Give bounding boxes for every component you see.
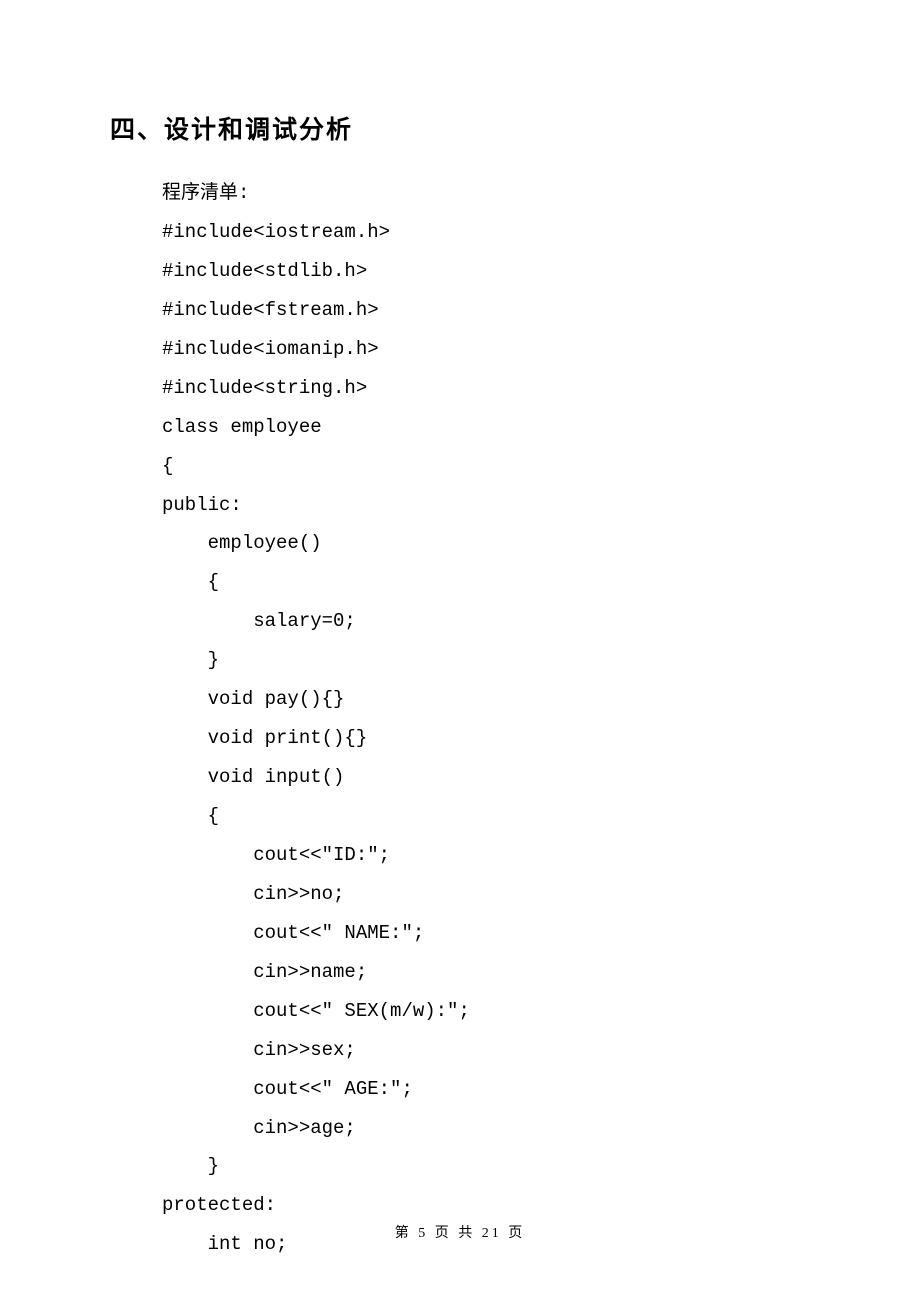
code-line: void input() xyxy=(162,758,810,797)
code-content: 程序清单: #include<iostream.h> #include<stdl… xyxy=(110,174,810,1264)
code-line: protected: xyxy=(162,1186,810,1225)
code-line: #include<iomanip.h> xyxy=(162,330,810,369)
code-line: } xyxy=(162,641,810,680)
code-line: void print(){} xyxy=(162,719,810,758)
code-line: public: xyxy=(162,486,810,525)
code-line: cin>>sex; xyxy=(162,1031,810,1070)
code-line: } xyxy=(162,1147,810,1186)
code-line: cout<<" SEX(m/w):"; xyxy=(162,992,810,1031)
code-line: #include<iostream.h> xyxy=(162,213,810,252)
code-line: { xyxy=(162,797,810,836)
code-line: cin>>age; xyxy=(162,1109,810,1148)
code-line: class employee xyxy=(162,408,810,447)
code-line: void pay(){} xyxy=(162,680,810,719)
code-line: #include<stdlib.h> xyxy=(162,252,810,291)
code-line: cout<<" AGE:"; xyxy=(162,1070,810,1109)
code-line: cin>>name; xyxy=(162,953,810,992)
code-line: cout<<" NAME:"; xyxy=(162,914,810,953)
section-heading: 四、设计和调试分析 xyxy=(110,110,810,146)
code-line: 程序清单: xyxy=(162,174,810,213)
code-line: cin>>no; xyxy=(162,875,810,914)
code-line: { xyxy=(162,563,810,602)
code-line: #include<string.h> xyxy=(162,369,810,408)
code-line: #include<fstream.h> xyxy=(162,291,810,330)
code-line: { xyxy=(162,447,810,486)
code-line: salary=0; xyxy=(162,602,810,641)
code-line: employee() xyxy=(162,524,810,563)
page-footer: 第 5 页 共 21 页 xyxy=(0,1222,920,1242)
code-line: cout<<"ID:"; xyxy=(162,836,810,875)
